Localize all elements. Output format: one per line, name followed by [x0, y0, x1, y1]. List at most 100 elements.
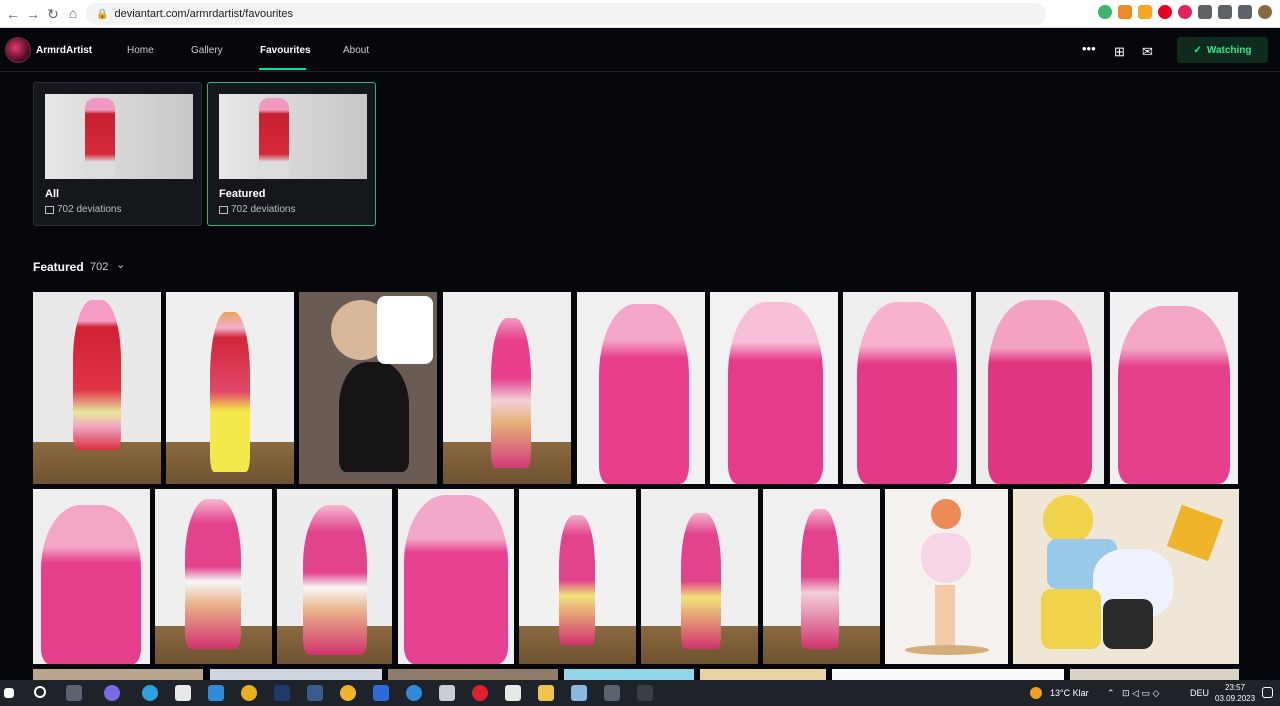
extension-green-icon[interactable]	[1098, 5, 1112, 19]
deviation-thumbnail[interactable]	[519, 489, 636, 664]
app-doc-icon[interactable]	[571, 685, 587, 701]
opera-icon[interactable]	[472, 685, 488, 701]
section-count: 702	[90, 261, 109, 273]
windows-start-icon[interactable]	[4, 688, 14, 698]
tab-home[interactable]: Home	[127, 45, 154, 56]
check-icon: ✓	[1193, 44, 1202, 56]
mail-icon[interactable]: ✉	[1142, 44, 1153, 60]
url-text: deviantart.com/armrdartist/favourites	[114, 8, 293, 20]
tray-icons[interactable]: ⊡ ◁ ▭ ◇	[1122, 688, 1159, 699]
app-white-icon[interactable]	[505, 685, 521, 701]
deviation-thumbnail[interactable]	[1110, 292, 1238, 484]
app-purple-icon[interactable]	[104, 685, 120, 701]
app-blue-icon[interactable]	[373, 685, 389, 701]
app-yellow-icon[interactable]	[340, 685, 356, 701]
collection-thumbnail	[219, 94, 367, 179]
collection-thumbnail	[45, 94, 193, 179]
store-icon[interactable]	[175, 685, 191, 701]
watching-button[interactable]: ✓ Watching	[1177, 37, 1268, 63]
clock-date: 03.09.2023	[1215, 694, 1256, 703]
deviation-thumbnail[interactable]	[843, 292, 971, 484]
edge-icon[interactable]	[142, 685, 158, 701]
app-gray-icon[interactable]	[439, 685, 455, 701]
language-indicator[interactable]: DEU	[1190, 688, 1209, 698]
chevron-down-icon[interactable]: ⌄	[116, 258, 125, 271]
deviation-thumbnail[interactable]	[641, 489, 758, 664]
active-tab-indicator	[259, 68, 306, 70]
collection-count: 702 deviations	[45, 204, 122, 215]
tab-favourites[interactable]: Favourites	[260, 45, 311, 56]
deviation-thumbnail[interactable]	[976, 292, 1104, 484]
mail-app-icon[interactable]	[208, 685, 224, 701]
deviation-thumbnail[interactable]	[388, 669, 558, 680]
deviation-thumbnail[interactable]	[885, 489, 1008, 664]
deviation-thumbnail[interactable]	[832, 669, 1064, 680]
app-window-icon[interactable]	[604, 685, 620, 701]
app-cursor-icon[interactable]	[637, 685, 653, 701]
collection-card-all[interactable]: All 702 deviations	[33, 82, 202, 226]
weather-text[interactable]: 13°C Klar	[1050, 688, 1089, 698]
sidepanel-icon[interactable]	[1238, 5, 1252, 19]
address-bar[interactable]: 🔒 deviantart.com/armrdartist/favourites	[86, 3, 1046, 25]
pocket-icon[interactable]	[1178, 5, 1192, 19]
deviation-thumbnail[interactable]	[763, 489, 880, 664]
deviation-thumbnail[interactable]	[443, 292, 571, 484]
file-explorer-icon[interactable]	[538, 685, 554, 701]
download-icon[interactable]	[1218, 5, 1232, 19]
collection-card-featured[interactable]: Featured 702 deviations	[207, 82, 376, 226]
task-view-icon[interactable]	[66, 685, 82, 701]
avatar[interactable]	[5, 37, 31, 63]
collection-count: 702 deviations	[219, 204, 296, 215]
deviation-thumbnail[interactable]	[1013, 489, 1239, 664]
windows-taskbar: 13°C Klar ⌃ ⊡ ◁ ▭ ◇ DEU 23:57 03.09.2023	[0, 680, 1280, 706]
deviation-thumbnail[interactable]	[700, 669, 826, 680]
photoshop-icon[interactable]	[274, 685, 290, 701]
profile-avatar-icon[interactable]	[1258, 5, 1272, 19]
deviation-thumbnail[interactable]	[166, 292, 294, 484]
collection-title: Featured	[219, 188, 266, 200]
forward-icon[interactable]: →	[22, 6, 44, 22]
notification-icon[interactable]	[1262, 687, 1273, 698]
lock-icon: 🔒	[96, 8, 109, 20]
watching-label: Watching	[1206, 44, 1252, 56]
reload-icon[interactable]: ↻	[42, 6, 64, 23]
image-icon	[45, 205, 54, 214]
deviation-thumbnail[interactable]	[564, 669, 694, 680]
extension-orange-icon[interactable]	[1118, 5, 1132, 19]
deviation-thumbnail[interactable]	[1070, 669, 1239, 680]
app-icon[interactable]	[307, 685, 323, 701]
username[interactable]: ArmrdArtist	[36, 45, 92, 56]
extension-key-icon[interactable]	[1138, 5, 1152, 19]
deviation-thumbnail[interactable]	[33, 489, 150, 664]
deviation-thumbnail[interactable]	[33, 669, 203, 680]
clock-time: 23:57	[1225, 683, 1246, 692]
gift-icon[interactable]: ⊞	[1114, 44, 1125, 60]
browser-toolbar: ← → ↻ ⌂ 🔒 deviantart.com/armrdartist/fav…	[0, 0, 1280, 28]
deviation-thumbnail[interactable]	[577, 292, 705, 484]
deviation-thumbnail[interactable]	[299, 292, 437, 484]
deviation-thumbnail[interactable]	[33, 292, 161, 484]
deviation-thumbnail[interactable]	[398, 489, 514, 664]
back-icon[interactable]: ←	[2, 6, 24, 22]
image-icon	[219, 205, 228, 214]
chrome-icon[interactable]	[241, 685, 257, 701]
tab-gallery[interactable]: Gallery	[191, 45, 223, 56]
home-icon[interactable]: ⌂	[62, 5, 84, 21]
deviation-thumbnail[interactable]	[210, 669, 382, 680]
weather-moon-icon	[1030, 687, 1042, 699]
clock[interactable]: 23:57 03.09.2023	[1215, 682, 1255, 704]
deviation-thumbnail[interactable]	[155, 489, 272, 664]
extensions-bar	[1098, 5, 1272, 19]
tray-chevron-icon[interactable]: ⌃	[1107, 688, 1115, 699]
app-globe-icon[interactable]	[406, 685, 422, 701]
deviation-thumbnail[interactable]	[277, 489, 392, 664]
playlist-icon[interactable]	[1198, 5, 1212, 19]
deviation-thumbnail[interactable]	[710, 292, 838, 484]
more-options-icon[interactable]: •••	[1082, 41, 1096, 56]
section-title[interactable]: Featured	[33, 260, 84, 274]
collection-title: All	[45, 188, 60, 200]
site-header: ArmrdArtist Home Gallery Favourites Abou…	[0, 28, 1280, 72]
pinterest-icon[interactable]	[1158, 5, 1172, 19]
tab-about[interactable]: About	[343, 45, 369, 56]
search-icon[interactable]	[34, 686, 46, 698]
